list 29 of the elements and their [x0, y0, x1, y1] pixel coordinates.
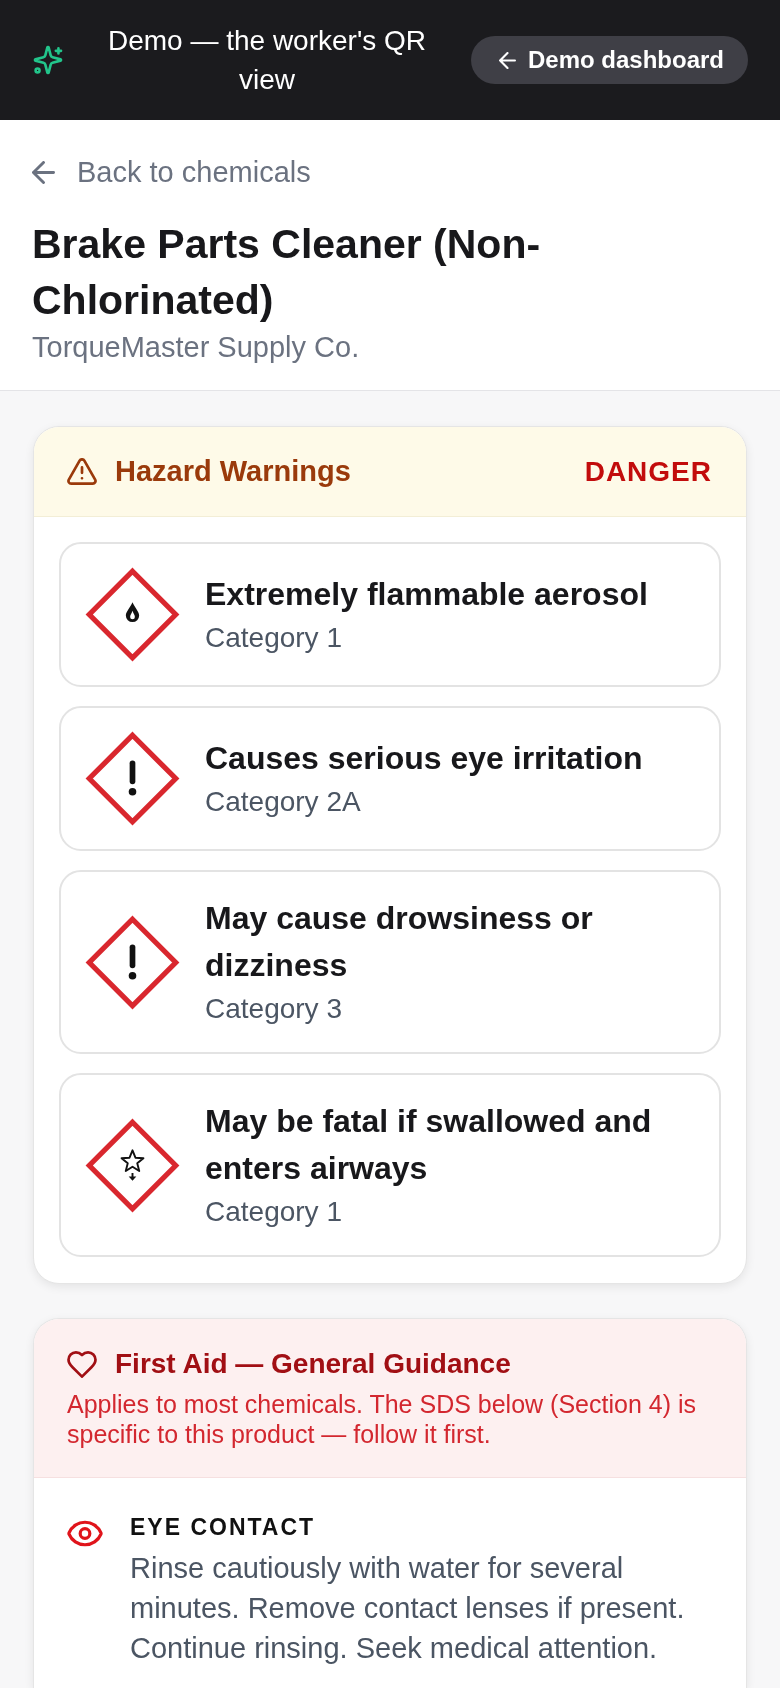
first-aid-title: First Aid — General Guidance [115, 1347, 511, 1381]
hazard-statement: Causes serious eye irritation [205, 739, 643, 778]
hazard-category: Category 1 [205, 621, 342, 655]
arrow-left-icon [32, 161, 55, 184]
eye-icon [67, 1520, 103, 1547]
exclamation-diamond-icon [85, 731, 180, 826]
hazard-section-title: Hazard Warnings [115, 455, 351, 488]
header-title: Demo — the worker's QR view [106, 24, 428, 97]
first-aid-text: Rinse cautiously with water for several minutes. Remove contact lenses if present. Continue rinsing. Seek medical attention. [130, 1551, 686, 1666]
arrow-left-icon [498, 51, 516, 69]
manufacturer-name: TorqueMaster Supply Co. [32, 331, 360, 363]
exclamation-diamond-icon [85, 914, 180, 1010]
hazard-statement: May cause drowsiness or dizziness [205, 899, 594, 985]
hazard-category: Category 2A [205, 785, 361, 819]
hazard-category: Category 3 [205, 992, 342, 1026]
back-link[interactable]: Back to chemicals [32, 153, 311, 192]
star-diamond-icon [85, 1117, 180, 1213]
heart-icon [67, 1350, 97, 1378]
sparkle-icon [33, 45, 63, 75]
signal-word: DANGER [584, 455, 712, 488]
product-title: Brake Parts Cleaner (Non-Chlorinated) [32, 220, 542, 325]
first-aid-label: EYE CONTACT [130, 1513, 316, 1542]
hazard-statement: Extremely flammable aerosol [205, 575, 648, 614]
hazard-statement: May be fatal if swallowed and enters airways [205, 1102, 653, 1188]
first-aid-note: Applies to most chemicals. The SDS below (Section 4) is specific to this product — follow it first. [67, 1389, 697, 1449]
warning-icon [67, 458, 97, 485]
drop-diamond-icon [85, 567, 180, 662]
hazard-category: Category 1 [205, 1195, 342, 1229]
demo-dashboard-button[interactable]: Demo dashboard [470, 36, 748, 84]
